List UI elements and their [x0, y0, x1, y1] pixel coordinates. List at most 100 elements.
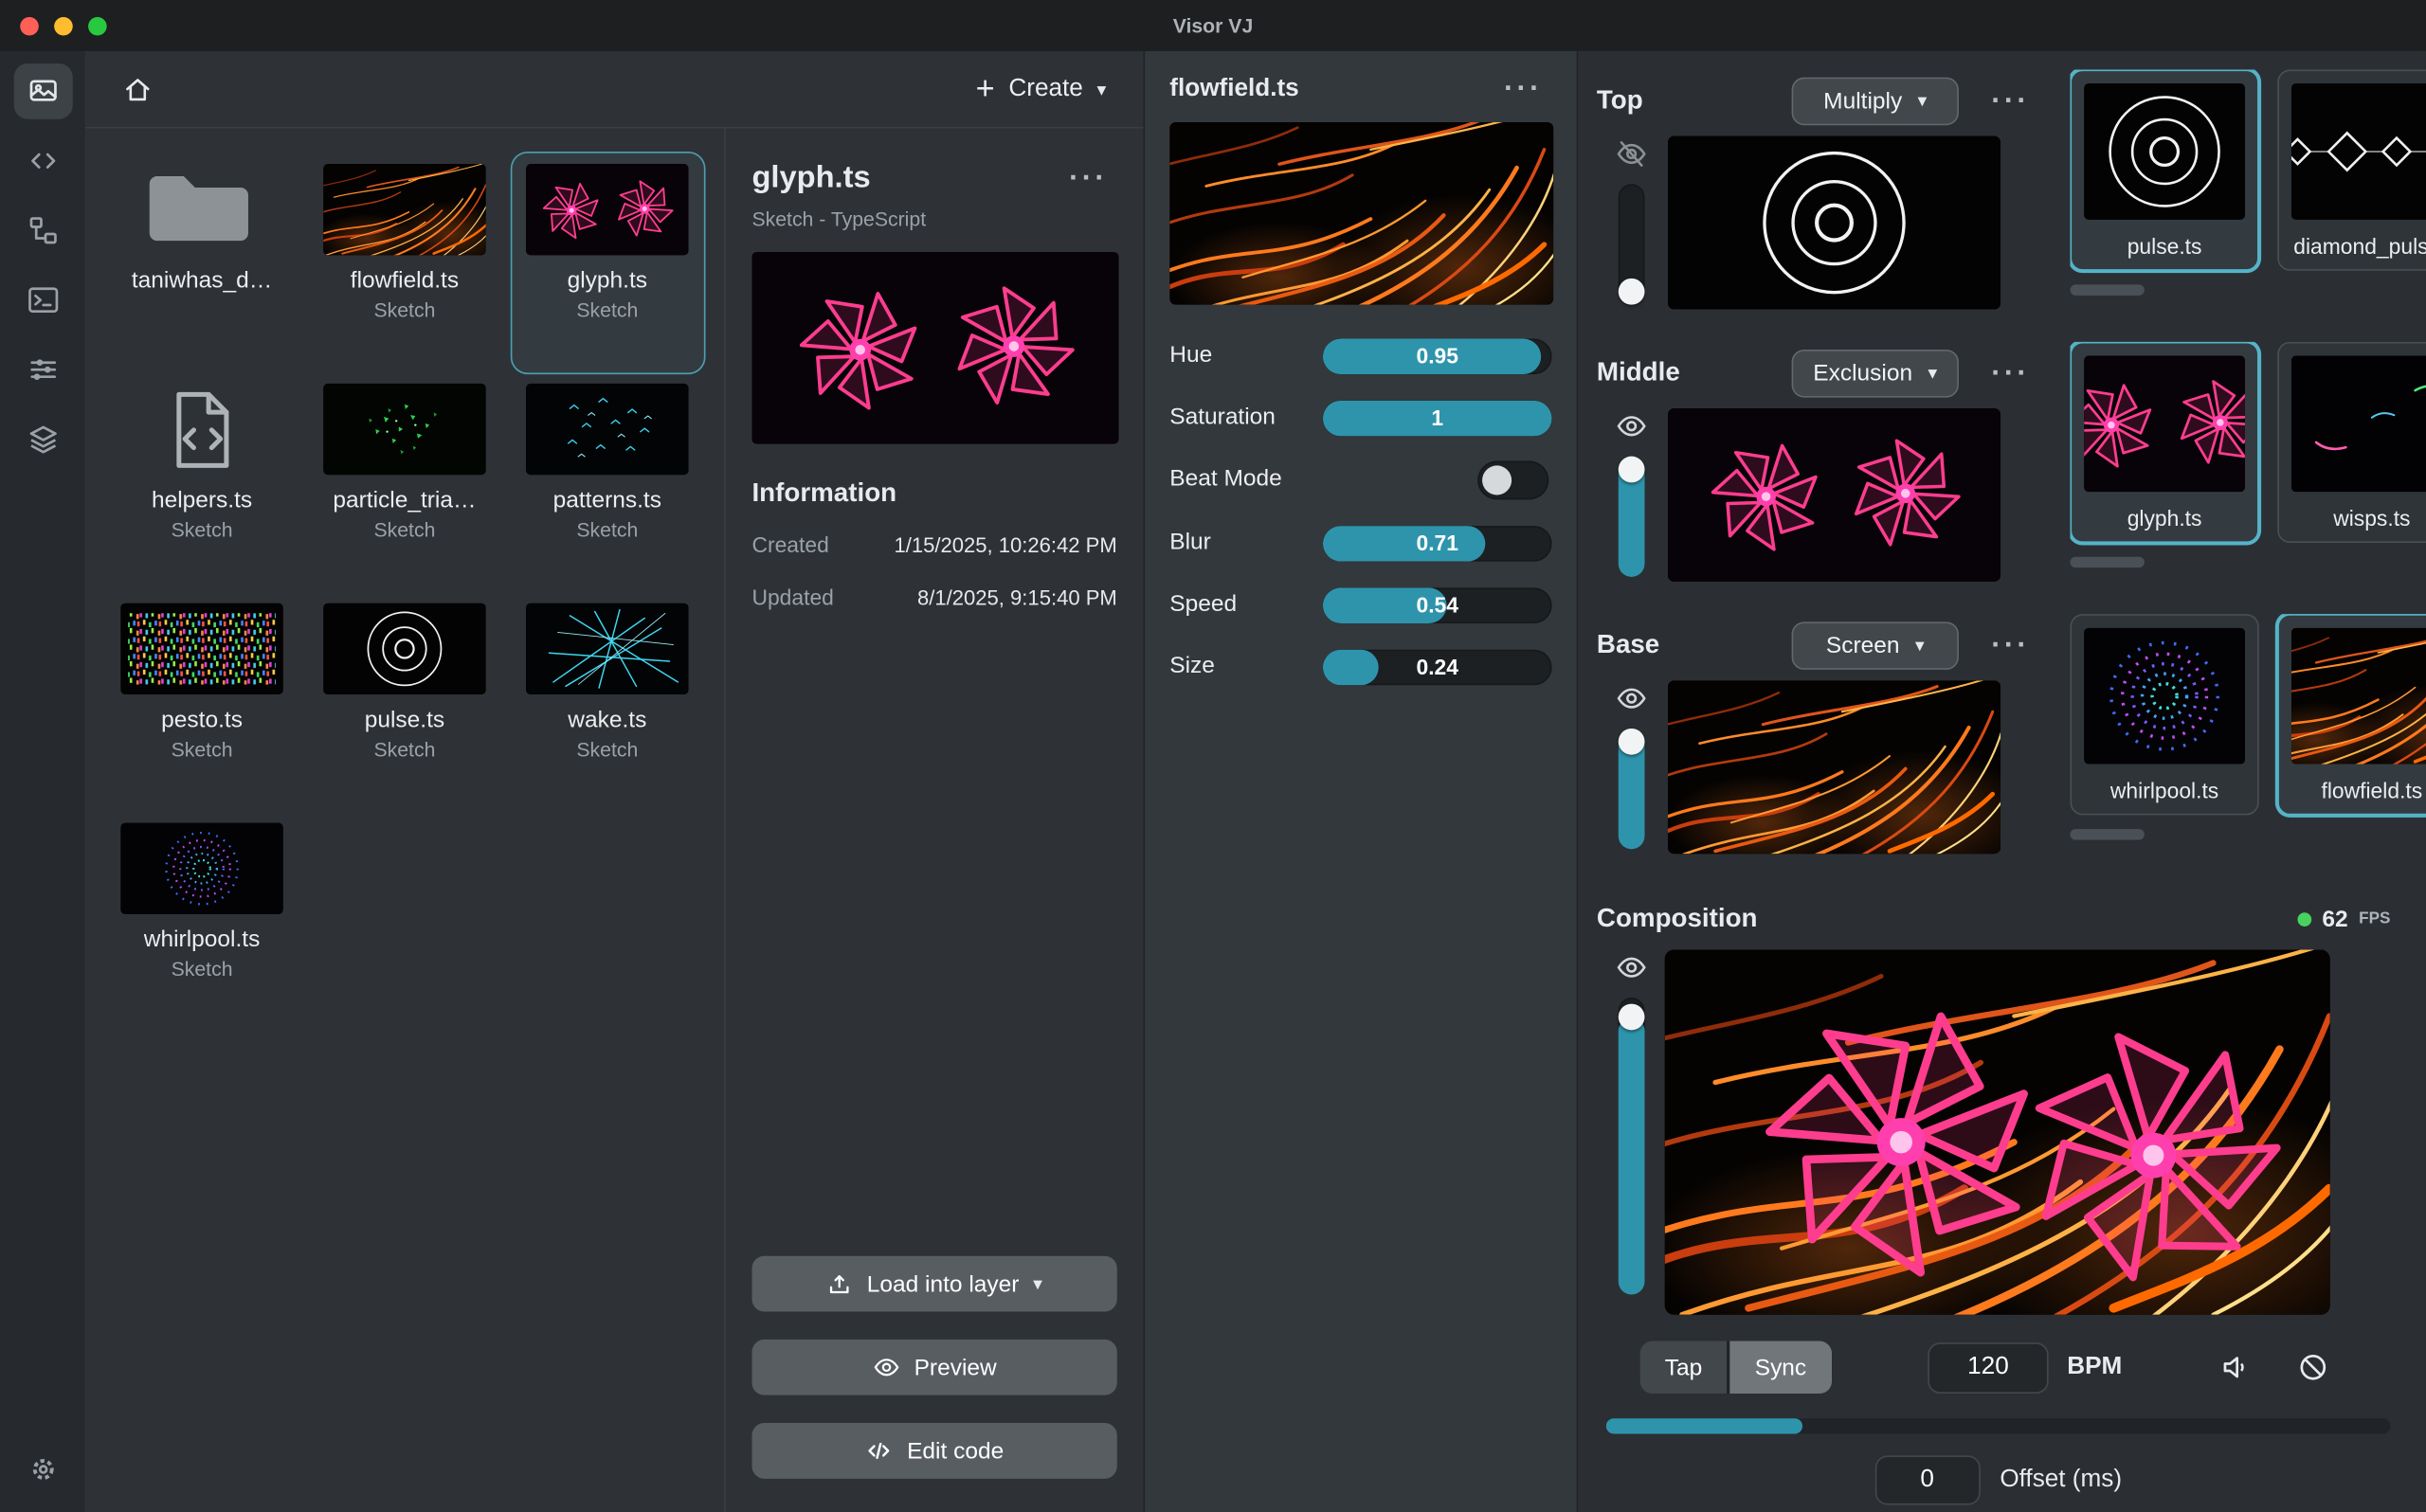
file-item-glyph-selected[interactable]: glyph.ts Sketch	[512, 153, 703, 373]
left-rail	[0, 51, 85, 1512]
sketch-library-nav-button[interactable]	[13, 63, 72, 119]
chevron-down-icon: ▾	[1915, 634, 1925, 656]
code-nav-button[interactable]	[13, 133, 72, 189]
composition-visibility-toggle[interactable]	[1615, 949, 1647, 983]
edit-code-button[interactable]: Edit code	[751, 1423, 1116, 1479]
file-item-wake[interactable]: wake.ts Sketch	[512, 592, 703, 812]
file-item-particle-triangles[interactable]: particle_tria… Sketch	[309, 372, 500, 592]
size-slider[interactable]: 0.24	[1323, 649, 1552, 685]
chevron-down-icon: ▾	[1918, 90, 1928, 112]
blend-mode-dropdown[interactable]: Multiply ▾	[1792, 77, 1959, 125]
layer-menu-button[interactable]: ···	[1982, 356, 2038, 388]
file-type: Sketch	[373, 738, 435, 761]
file-item-pesto[interactable]: pesto.ts Sketch	[106, 592, 298, 812]
sketch-card-image	[2291, 83, 2426, 220]
layer-opacity-slider[interactable]	[1618, 457, 1644, 577]
layer-opacity-slider[interactable]	[1618, 729, 1644, 849]
file-item-pulse[interactable]: pulse.ts Sketch	[309, 592, 500, 812]
preview-button[interactable]: Preview	[751, 1340, 1116, 1395]
detail-title: glyph.ts	[751, 161, 870, 197]
beat-mode-label: Beat Mode	[1169, 466, 1314, 495]
file-item-taniwhas[interactable]: taniwhas_d…	[106, 153, 298, 373]
home-button[interactable]	[122, 74, 154, 105]
layer-menu-button[interactable]: ···	[1982, 629, 2038, 661]
offset-row: 0 Offset (ms)	[1606, 1455, 2391, 1504]
layer-thumbnail-strip: glyph.ts wisps.ts	[2070, 342, 2426, 599]
file-thumbnail	[526, 164, 688, 255]
strip-scrollbar[interactable]	[2070, 284, 2426, 295]
bpm-input[interactable]: 120	[1928, 1341, 2048, 1393]
sketch-properties-panel: flowfield.ts ··· Hue 0.95 Saturation	[1145, 51, 1578, 1512]
file-item-flowfield[interactable]: flowfield.ts Sketch	[309, 153, 500, 373]
speed-slider[interactable]: 0.54	[1323, 587, 1552, 623]
chevron-down-icon: ▾	[1033, 1273, 1042, 1295]
sketch-card-pulse[interactable]: pulse.ts	[2070, 69, 2258, 270]
blend-mode-dropdown[interactable]: Exclusion ▾	[1792, 349, 1959, 397]
layer-visibility-toggle[interactable]	[1615, 136, 1647, 171]
file-thumbnail	[323, 164, 485, 255]
strip-scrollbar[interactable]	[2070, 829, 2426, 839]
properties-menu-button[interactable]: ···	[1494, 73, 1551, 105]
sketch-card-image	[2084, 628, 2245, 765]
sketch-card-wisps[interactable]: wisps.ts	[2277, 342, 2426, 543]
file-item-helpers[interactable]: helpers.ts Sketch	[106, 372, 298, 592]
hue-slider[interactable]: 0.95	[1323, 338, 1552, 374]
sketch-card-image	[2084, 356, 2245, 493]
layer-visibility-toggle[interactable]	[1615, 408, 1647, 442]
size-value: 0.24	[1323, 649, 1552, 685]
beat-mode-toggle[interactable]	[1477, 461, 1548, 500]
file-name: particle_tria…	[333, 487, 476, 513]
file-name: pesto.ts	[161, 707, 243, 733]
tap-button[interactable]: Tap	[1640, 1341, 1728, 1395]
disable-button[interactable]	[2296, 1350, 2330, 1384]
file-name: pulse.ts	[365, 707, 444, 733]
sketch-card-diamond-pulse[interactable]: diamond_puls…	[2277, 69, 2426, 270]
blend-mode-value: Screen	[1826, 632, 1900, 658]
layer-opacity-slider[interactable]	[1618, 184, 1644, 304]
create-button[interactable]: + Create ▾	[967, 71, 1115, 107]
saturation-label: Saturation	[1169, 404, 1314, 433]
layers-nav-button[interactable]	[13, 411, 72, 467]
window-title: Visor VJ	[0, 14, 2426, 37]
detail-menu-button[interactable]: ···	[1059, 162, 1116, 194]
size-control-row: Size 0.24	[1169, 648, 1551, 685]
layer-section-middle: Middle Exclusion ▾ ···	[1597, 342, 2426, 599]
blend-mode-dropdown[interactable]: Screen ▾	[1792, 621, 1959, 670]
load-into-layer-button[interactable]: Load into layer ▾	[751, 1256, 1116, 1312]
layers-panel: Top Multiply ▾ ···	[1578, 51, 2426, 1512]
audio-mute-button[interactable]	[2218, 1350, 2253, 1384]
offset-input[interactable]: 0	[1874, 1455, 1980, 1504]
updated-row: Updated 8/1/2025, 9:15:40 PM	[751, 585, 1116, 614]
file-item-whirlpool[interactable]: whirlpool.ts Sketch	[106, 812, 298, 1032]
layer-visibility-toggle[interactable]	[1615, 680, 1647, 714]
created-value: 1/15/2025, 10:26:42 PM	[894, 532, 1116, 562]
layer-menu-button[interactable]: ···	[1982, 84, 2038, 117]
file-item-patterns[interactable]: patterns.ts Sketch	[512, 372, 703, 592]
file-name: patterns.ts	[553, 487, 661, 513]
sketch-card-glyph[interactable]: glyph.ts	[2070, 342, 2258, 543]
file-browser-panel: + Create ▾ taniwhas_d… flowfield.ts S	[85, 51, 1145, 1512]
composition-opacity-slider[interactable]	[1618, 998, 1644, 1294]
blur-slider[interactable]: 0.71	[1323, 525, 1552, 561]
file-name: glyph.ts	[568, 267, 647, 294]
created-label: Created	[751, 532, 828, 562]
hierarchy-nav-button[interactable]	[13, 203, 72, 259]
beat-mode-control-row: Beat Mode	[1169, 461, 1551, 500]
sketch-card-flowfield[interactable]: flowfield.ts	[2277, 614, 2426, 815]
code-icon	[865, 1437, 893, 1465]
fps-unit: FPS	[2359, 909, 2390, 928]
properties-preview-image	[1169, 122, 1553, 305]
terminal-nav-button[interactable]	[13, 272, 72, 328]
saturation-slider[interactable]: 1	[1323, 400, 1552, 436]
created-row: Created 1/15/2025, 10:26:42 PM	[751, 532, 1116, 562]
composition-preview	[1665, 949, 2330, 1314]
settings-button[interactable]	[13, 1442, 72, 1498]
sync-button[interactable]: Sync	[1730, 1341, 1832, 1395]
beat-progress-bar[interactable]	[1606, 1418, 2391, 1433]
sliders-nav-button[interactable]	[13, 342, 72, 398]
sketch-card-label: glyph.ts	[2084, 506, 2245, 531]
gallery-icon	[26, 74, 60, 108]
layer-section-top: Top Multiply ▾ ···	[1597, 69, 2426, 326]
strip-scrollbar[interactable]	[2070, 557, 2426, 567]
sketch-card-whirlpool[interactable]: whirlpool.ts	[2070, 614, 2258, 815]
